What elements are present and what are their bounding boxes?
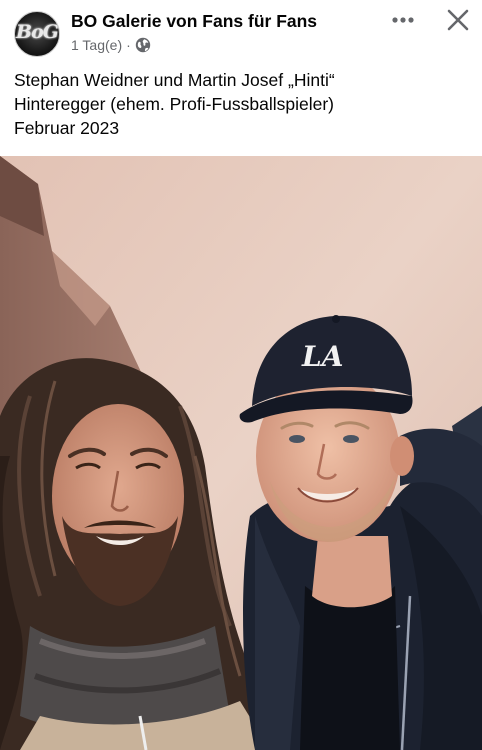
more-options-icon bbox=[392, 17, 414, 23]
caption-line-3: Februar 2023 bbox=[14, 118, 120, 138]
more-options-button[interactable] bbox=[388, 8, 418, 32]
globe-icon bbox=[135, 37, 151, 53]
cap-la-logo: LA bbox=[301, 340, 343, 373]
avatar-logo-text: BoG bbox=[16, 21, 59, 43]
caption-line-1: Stephan Weidner und Martin Josef „Hinti“ bbox=[14, 70, 335, 90]
page-avatar[interactable]: BoG bbox=[14, 11, 60, 57]
close-icon bbox=[447, 9, 469, 31]
post-meta: 1 Tag(e) · bbox=[71, 37, 151, 53]
meta-separator: · bbox=[126, 37, 131, 53]
caption-line-2: Hinteregger (ehem. Profi-Fussballspieler… bbox=[14, 94, 334, 114]
close-button[interactable] bbox=[444, 6, 472, 34]
page-name-link[interactable]: BO Galerie von Fans für Fans bbox=[71, 11, 317, 32]
post-timestamp[interactable]: 1 Tag(e) bbox=[71, 37, 122, 53]
post-caption: Stephan Weidner und Martin Josef „Hinti“… bbox=[14, 68, 474, 140]
selfie-image: LA bbox=[0, 156, 482, 750]
post-photo[interactable]: LA bbox=[0, 156, 482, 750]
post-header: BoG BO Galerie von Fans für Fans 1 Tag(e… bbox=[0, 0, 482, 62]
